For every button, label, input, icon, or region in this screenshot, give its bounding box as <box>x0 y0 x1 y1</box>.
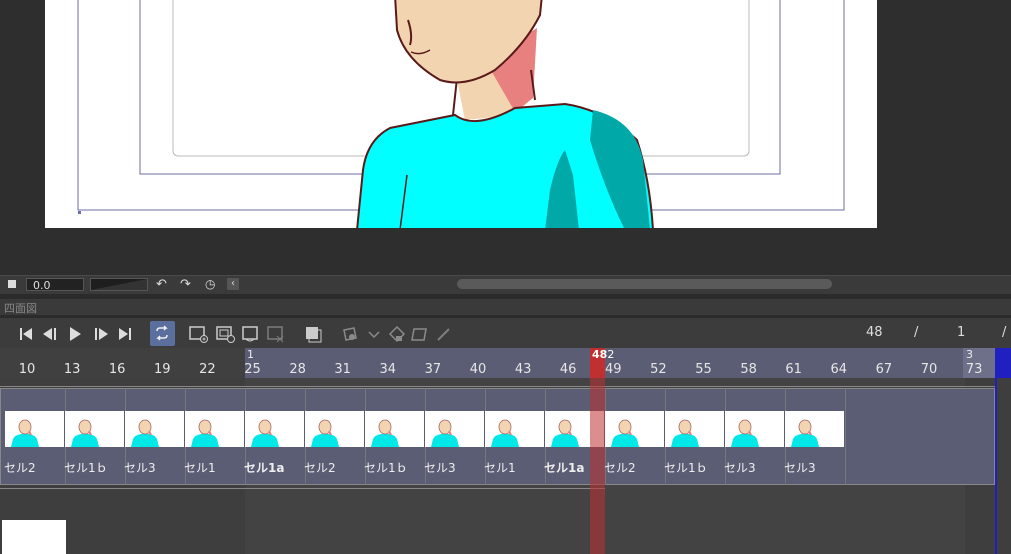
tick-label: 10 <box>18 362 36 377</box>
delete-cel-icon[interactable] <box>266 324 286 344</box>
tick-label: 25 <box>244 362 261 377</box>
timeline-end-line <box>995 378 997 554</box>
cel-name[interactable]: セル1 <box>184 459 216 476</box>
tick-label: 16 <box>108 362 126 377</box>
tick-label: 61 <box>785 362 802 377</box>
panel-title: 四面図 <box>4 302 37 315</box>
cel-thumbnail[interactable] <box>245 411 304 447</box>
tick-label: 40 <box>469 362 487 377</box>
new-cel-icon[interactable] <box>188 324 208 344</box>
new-folder-icon[interactable] <box>215 324 235 344</box>
panel-header: 四面図 <box>0 299 1011 315</box>
cel-name[interactable]: セル3 <box>784 459 816 476</box>
scrollbar-thumb[interactable] <box>457 279 832 289</box>
play-icon[interactable] <box>65 324 85 344</box>
tick-label: 73 <box>965 362 983 377</box>
undo-icon[interactable]: ↶ <box>156 277 167 292</box>
tick-label: 22 <box>199 362 216 377</box>
tick-label: 28 <box>289 362 306 377</box>
cel-thumbnail[interactable] <box>665 411 724 447</box>
section-start-label: 1 <box>247 348 254 361</box>
cel-thumbnail[interactable] <box>485 411 544 447</box>
tick-label: 37 <box>424 362 442 377</box>
tick-label: 19 <box>154 362 171 377</box>
character-illustration <box>77 0 845 228</box>
white-cell-block[interactable] <box>2 520 66 554</box>
edit-icon[interactable] <box>434 324 454 344</box>
specify-cel-icon[interactable] <box>241 324 261 344</box>
tick-label: 49 <box>605 362 622 377</box>
timeline-tracks[interactable]: セル2 セル1ｂ セル3 セル1 セル1a セル2 セル1ｂ セル3 セル1 セル1a セル2 セル1… <box>0 378 1011 554</box>
playhead-label: 482 <box>592 348 614 361</box>
chevron-left-icon[interactable]: ‹ <box>227 278 239 290</box>
edit-frame-icon[interactable] <box>410 324 430 344</box>
rotate-icon[interactable]: ◷ <box>205 277 215 291</box>
playhead-line[interactable] <box>590 378 605 554</box>
canvas-area[interactable] <box>0 0 1011 275</box>
zoom-input[interactable]: 0.0 <box>26 278 84 292</box>
horizontal-scrollbar[interactable] <box>245 279 1011 289</box>
first-frame-icon[interactable] <box>16 324 36 344</box>
tick-label: 70 <box>920 362 938 377</box>
timeline-settings-icon[interactable] <box>387 324 407 344</box>
cel-name[interactable]: セル3 <box>724 459 756 476</box>
tick-label: 46 <box>559 362 577 377</box>
last-frame-icon[interactable] <box>115 324 135 344</box>
cel-thumbnail[interactable] <box>425 411 484 447</box>
frame-separator: / <box>914 325 919 340</box>
tick-label: 58 <box>740 362 757 377</box>
cel-name[interactable]: セル1ｂ <box>364 459 408 476</box>
onion-skin-icon[interactable] <box>303 324 323 344</box>
cel-name[interactable]: セル3 <box>424 459 456 476</box>
cel-thumbnail[interactable] <box>725 411 784 447</box>
loop-icon[interactable] <box>150 321 175 346</box>
tick-label: 43 <box>514 362 532 377</box>
canvas-paper[interactable] <box>45 0 877 228</box>
playhead-suffix: 2 <box>607 348 615 361</box>
cel-thumbnail[interactable] <box>5 411 64 447</box>
timeline-toolbar: 48 / 1 / <box>0 318 1011 348</box>
frame-ruler[interactable]: 1 3 482 10 13 16 19 22 25 28 31 34 37 40 43 46 49 52 55… <box>0 348 1011 378</box>
chevron-down-icon[interactable] <box>364 324 384 344</box>
section-end-label: 3 <box>966 348 973 361</box>
page-number: 1 <box>957 325 966 340</box>
section-lines <box>0 386 995 387</box>
tick-label: 67 <box>875 362 893 377</box>
cel-name[interactable]: セル2 <box>304 459 336 476</box>
next-frame-icon[interactable] <box>91 324 111 344</box>
cel-thumbnail[interactable] <box>365 411 424 447</box>
playhead-frame: 48 <box>592 348 608 361</box>
zoom-slider[interactable] <box>90 278 148 291</box>
tick-label: 31 <box>334 362 351 377</box>
tick-label: 52 <box>650 362 667 377</box>
canvas-bottom-bar: 0.0 ↶ ↷ ◷ ‹ <box>0 275 1011 294</box>
cel-name[interactable]: セル3 <box>124 459 156 476</box>
current-frame: 48 <box>866 325 883 340</box>
cel-thumbnail[interactable] <box>125 411 184 447</box>
cel-name[interactable]: セル1a <box>244 459 284 476</box>
cel-thumbnail[interactable] <box>65 411 124 447</box>
cel-thumbnail[interactable] <box>785 411 844 447</box>
cel-name[interactable]: セル2 <box>4 459 36 476</box>
tick-label: 64 <box>830 362 848 377</box>
cel-name[interactable]: セル1 <box>484 459 516 476</box>
prev-frame-icon[interactable] <box>40 324 60 344</box>
stop-icon[interactable] <box>8 280 16 288</box>
light-table-icon[interactable] <box>340 324 360 344</box>
cel-thumbnail[interactable] <box>605 411 664 447</box>
redo-icon[interactable]: ↷ <box>180 277 191 292</box>
cel-name[interactable]: セル1ｂ <box>64 459 108 476</box>
tick-label: 55 <box>695 362 712 377</box>
tick-label: 13 <box>63 362 81 377</box>
cel-name[interactable]: セル2 <box>604 459 636 476</box>
lower-track-line <box>0 488 605 489</box>
cel-name[interactable]: セル1a <box>544 459 584 476</box>
cel-thumbnail[interactable] <box>305 411 364 447</box>
cel-divider <box>845 388 846 485</box>
cel-name[interactable]: セル1ｂ <box>664 459 708 476</box>
range-end-marker <box>995 348 1011 378</box>
page-separator: / <box>1002 325 1007 340</box>
tick-label: 34 <box>379 362 397 377</box>
cel-thumbnail[interactable] <box>185 411 244 447</box>
